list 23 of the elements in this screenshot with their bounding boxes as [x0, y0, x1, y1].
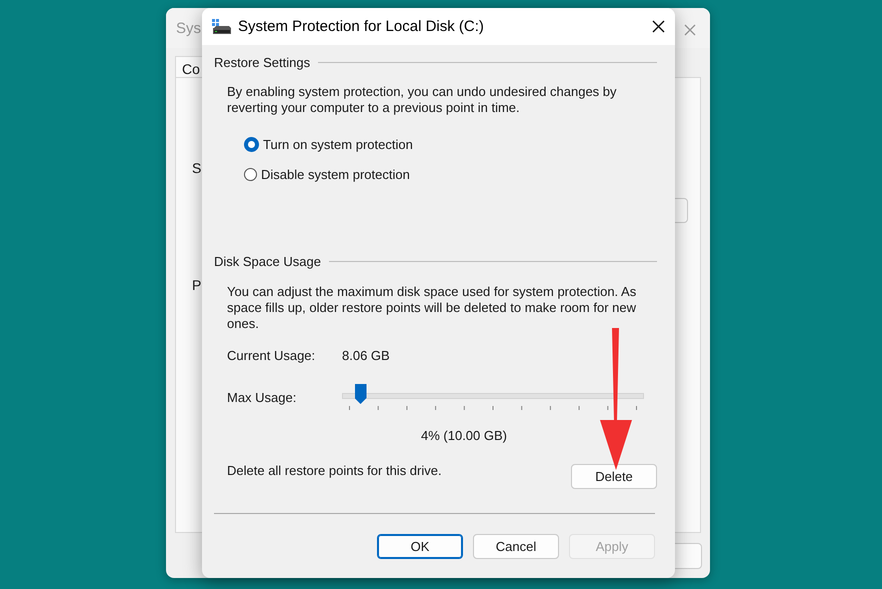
slider-thumb[interactable]	[354, 384, 367, 404]
radio-label[interactable]: Turn on system protection	[263, 137, 413, 152]
radio-button[interactable]	[244, 137, 259, 152]
close-icon[interactable]	[652, 20, 665, 33]
radio-button[interactable]	[244, 168, 257, 181]
dialog-title: System Protection for Local Disk (C:)	[238, 18, 485, 35]
group-heading: Disk Space Usage	[214, 254, 321, 268]
delete-description: Delete all restore points for this drive.	[227, 463, 442, 478]
dialog-button[interactable]: Cancel	[473, 534, 559, 559]
usage-value: 8.06 GB	[342, 348, 390, 363]
delete-button[interactable]: Delete	[571, 464, 657, 489]
window-title: Sys	[176, 20, 202, 36]
label-text: P	[192, 277, 202, 293]
group-heading: Restore Settings	[214, 54, 310, 70]
slider-reading: 4% (10.00 GB)	[421, 428, 508, 443]
dialog-button[interactable]: OK	[377, 534, 463, 559]
description-text: You can adjust the maximum disk space used for system protection. As space fills up, older restore points will be deleted to make room for new ones.	[227, 284, 638, 332]
field-label: Max Usage:	[227, 390, 298, 404]
label-text: S	[192, 160, 202, 176]
drive-icon	[212, 18, 231, 34]
radio-label[interactable]: Disable system protection	[261, 167, 410, 182]
description-text: By enabling system protection, you can undo undesired changes by reverting your computer to a previous point in time.	[227, 84, 618, 116]
field-label: Current Usage:	[227, 348, 316, 363]
